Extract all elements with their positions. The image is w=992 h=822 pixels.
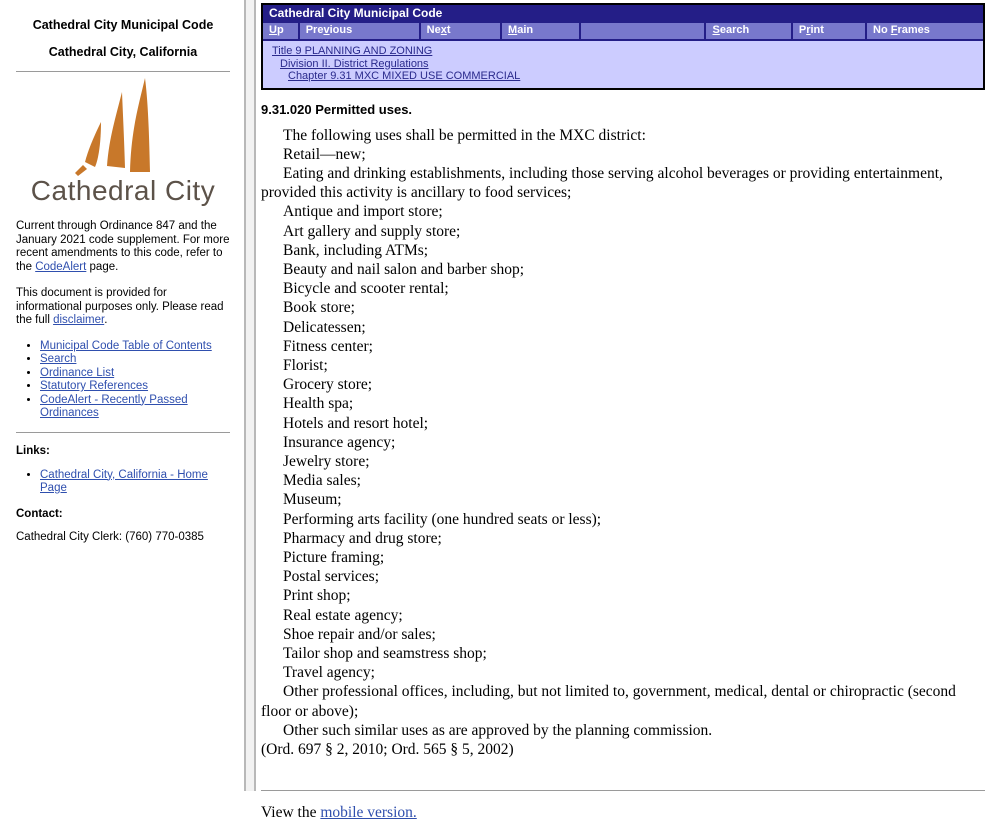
- permitted-use-item: Performing arts facility (one hundred se…: [261, 510, 985, 529]
- intro-paragraph: The following uses shall be permitted in…: [261, 126, 985, 145]
- nav-print-button[interactable]: Print: [793, 23, 867, 39]
- ordinance-note: (Ord. 697 § 2, 2010; Ord. 565 § 5, 2002): [261, 740, 985, 759]
- nav-previous-button[interactable]: Previous: [300, 23, 421, 39]
- breadcrumb-link[interactable]: Title 9 PLANNING AND ZONING: [272, 45, 432, 57]
- permitted-use-item: Hotels and resort hotel;: [261, 414, 985, 433]
- permitted-uses-list: Retail—new;Eating and drinking establish…: [261, 145, 985, 740]
- home-page-link[interactable]: Cathedral City, California - Home Page: [40, 469, 208, 495]
- breadcrumb-link[interactable]: Chapter 9.31 MXC MIXED USE COMMERCIAL: [288, 70, 520, 82]
- permitted-use-item: Shoe repair and/or sales;: [261, 625, 985, 644]
- permitted-use-item: Art gallery and supply store;: [261, 222, 985, 241]
- disclaimer-note-tail: .: [104, 314, 107, 326]
- permitted-use-item: Eating and drinking establishments, incl…: [261, 164, 985, 202]
- section-body: The following uses shall be permitted in…: [261, 126, 985, 760]
- breadcrumb-row: Chapter 9.31 MXC MIXED USE COMMERCIAL: [263, 70, 983, 83]
- contact-heading: Contact:: [16, 508, 230, 520]
- disclaimer-link[interactable]: disclaimer: [53, 314, 104, 326]
- breadcrumb-row: Division II. District Regulations: [263, 58, 983, 71]
- permitted-use-item: Real estate agency;: [261, 606, 985, 625]
- permitted-use-item: Retail—new;: [261, 145, 985, 164]
- mobile-version-link[interactable]: mobile version.: [320, 804, 416, 821]
- main-frame: Cathedral City Municipal Code Up Previou…: [256, 0, 992, 791]
- permitted-use-item: Other such similar uses as are approved …: [261, 721, 985, 740]
- logo-wordmark: Cathedral City: [16, 176, 230, 206]
- header-nav-bar: Up Previous Next Main Search Print No Fr…: [263, 23, 983, 41]
- permitted-use-item: Postal services;: [261, 567, 985, 586]
- sidebar-divider-bottom: [16, 432, 230, 433]
- disclaimer-note-text: This document is provided for informatio…: [16, 287, 224, 326]
- sidebar-nav-item: Statutory References: [40, 380, 230, 394]
- disclaimer-note: This document is provided for informatio…: [16, 287, 230, 328]
- permitted-use-item: Other professional offices, including, b…: [261, 682, 985, 720]
- permitted-use-item: Beauty and nail salon and barber shop;: [261, 260, 985, 279]
- permitted-use-item: Florist;: [261, 356, 985, 375]
- permitted-use-item: Jewelry store;: [261, 452, 985, 471]
- permitted-use-item: Bank, including ATMs;: [261, 241, 985, 260]
- currency-note-tail: page.: [86, 261, 118, 273]
- permitted-use-item: Media sales;: [261, 471, 985, 490]
- permitted-use-item: Grocery store;: [261, 375, 985, 394]
- permitted-use-item: Delicatessen;: [261, 318, 985, 337]
- mobile-version-line: View the mobile version.: [261, 804, 985, 822]
- permitted-use-item: Antique and import store;: [261, 202, 985, 221]
- permitted-use-item: Fitness center;: [261, 337, 985, 356]
- nav-noframes-button[interactable]: No Frames: [867, 23, 983, 39]
- sidebar-subtitle: Cathedral City, California: [20, 45, 226, 60]
- permitted-use-item: Health spa;: [261, 394, 985, 413]
- permitted-use-item: Print shop;: [261, 586, 985, 605]
- external-link-item: Cathedral City, California - Home Page: [40, 469, 230, 496]
- nav-spacer: [581, 23, 706, 39]
- codealert-link[interactable]: CodeAlert: [35, 261, 86, 273]
- permitted-use-item: Travel agency;: [261, 663, 985, 682]
- sidebar-nav-link[interactable]: Municipal Code Table of Contents: [40, 340, 212, 352]
- nav-search-button[interactable]: Search: [706, 23, 792, 39]
- permitted-use-item: Museum;: [261, 490, 985, 509]
- contact-phone: Cathedral City Clerk: (760) 770-0385: [16, 531, 230, 543]
- external-links-list: Cathedral City, California - Home Page: [16, 469, 230, 496]
- links-heading: Links:: [16, 445, 230, 457]
- page: Cathedral City Municipal Code Cathedral …: [0, 0, 992, 791]
- sidebar-nav-item: Municipal Code Table of Contents: [40, 340, 230, 354]
- breadcrumb: Title 9 PLANNING AND ZONINGDivision II. …: [263, 41, 983, 88]
- sidebar-nav-item: Ordinance List: [40, 367, 230, 381]
- mobile-version-text: View the: [261, 804, 320, 821]
- nav-main-button[interactable]: Main: [502, 23, 581, 39]
- sidebar-nav-item: Search: [40, 353, 230, 367]
- sidebar-title: Cathedral City Municipal Code: [20, 18, 226, 33]
- sidebar-frame: Cathedral City Municipal Code Cathedral …: [0, 0, 244, 791]
- sidebar-nav-list: Municipal Code Table of ContentsSearch Or…: [16, 340, 230, 421]
- sidebar-divider-top: [16, 71, 230, 72]
- permitted-use-item: Insurance agency;: [261, 433, 985, 452]
- sidebar-nav-link[interactable]: CodeAlert - Recently Passed Ordinances: [40, 394, 188, 420]
- permitted-use-item: Picture framing;: [261, 548, 985, 567]
- currency-note: Current through Ordinance 847 and the Ja…: [16, 220, 230, 274]
- sidebar-nav-item: CodeAlert - Recently Passed Ordinances: [40, 394, 230, 421]
- sidebar-nav-link[interactable]: Ordinance List: [40, 367, 114, 379]
- header-title-bar: Cathedral City Municipal Code: [263, 5, 983, 23]
- code-header: Cathedral City Municipal Code Up Previou…: [261, 3, 985, 90]
- city-logo: Cathedral City: [16, 76, 230, 206]
- section-title: 9.31.020 Permitted uses.: [261, 102, 985, 117]
- permitted-use-item: Bicycle and scooter rental;: [261, 279, 985, 298]
- nav-up-button[interactable]: Up: [263, 23, 300, 39]
- cathedral-spires-icon: [67, 76, 179, 176]
- permitted-use-item: Tailor shop and seamstress shop;: [261, 644, 985, 663]
- permitted-use-item: Book store;: [261, 298, 985, 317]
- nav-next-button[interactable]: Next: [421, 23, 502, 39]
- sidebar-nav-link[interactable]: Statutory References: [40, 380, 148, 392]
- breadcrumb-row: Title 9 PLANNING AND ZONING: [263, 45, 983, 58]
- permitted-use-item: Pharmacy and drug store;: [261, 529, 985, 548]
- breadcrumb-link[interactable]: Division II. District Regulations: [280, 58, 429, 70]
- frame-resize-divider[interactable]: [244, 0, 256, 791]
- sidebar-nav-link[interactable]: Search: [40, 353, 76, 365]
